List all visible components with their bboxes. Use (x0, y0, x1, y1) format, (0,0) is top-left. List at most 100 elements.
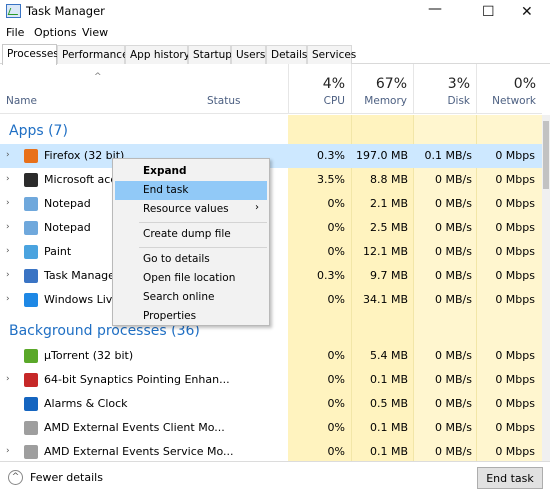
network-value: 0 Mbps (495, 245, 535, 258)
ctx-open-file-location[interactable]: Open file location (115, 269, 267, 288)
chevron-right-icon[interactable]: › (6, 222, 10, 232)
tab-performance[interactable]: Performance (57, 45, 129, 64)
ctx-go-to-details[interactable]: Go to details (115, 250, 267, 269)
memory-total: 67% (375, 76, 407, 92)
close-button[interactable]: ✕ (505, 0, 550, 24)
process-name: Task Manager (44, 269, 120, 282)
microsoft-account-icon (24, 173, 38, 187)
scrollbar-thumb[interactable] (543, 121, 549, 189)
menu-separator (139, 247, 267, 248)
tab-services[interactable]: Services (307, 45, 356, 64)
memory-value: 0.1 MB (369, 421, 408, 434)
ctx-properties[interactable]: Properties (115, 307, 267, 326)
memory-value: 9.7 MB (369, 269, 408, 282)
column-network[interactable]: 0% Network (476, 64, 542, 114)
ctx-expand[interactable]: Expand (115, 162, 267, 181)
tab-details[interactable]: Details (266, 45, 307, 64)
chevron-right-icon[interactable]: › (6, 198, 10, 208)
ctx-search-online[interactable]: Search online (115, 288, 267, 307)
submenu-arrow-icon: › (255, 202, 259, 213)
chevron-right-icon[interactable]: › (6, 446, 10, 456)
process-row[interactable]: µTorrent (32 bit) 0% 5.4 MB 0 MB/s 0 Mbps (0, 344, 542, 368)
process-row[interactable]: › Paint 0% 12.1 MB 0 MB/s 0 Mbps (0, 240, 542, 264)
network-value: 0 Mbps (495, 173, 535, 186)
close-icon: ✕ (521, 4, 533, 20)
disk-value: 0 MB/s (435, 293, 472, 306)
tab-processes[interactable]: Processes (2, 44, 59, 65)
column-status[interactable]: Status (207, 95, 240, 107)
disk-value: 0 MB/s (435, 421, 472, 434)
process-row[interactable]: › Windows Live W 0% 34.1 MB 0 MB/s 0 Mbps (0, 288, 542, 312)
ctx-create-dump-file[interactable]: Create dump file (115, 225, 267, 244)
firefox-icon (24, 149, 38, 163)
network-value: 0 Mbps (495, 397, 535, 410)
menu-view[interactable]: View (82, 26, 108, 39)
cpu-value: 0% (327, 373, 345, 386)
process-row[interactable]: › 64-bit Synaptics Pointing Enhan... 0% 0.1… (0, 368, 542, 392)
menu-separator (139, 222, 267, 223)
disk-value: 0.1 MB/s (424, 149, 472, 162)
chevron-right-icon[interactable]: › (6, 294, 10, 304)
cpu-value: 3.5% (317, 173, 345, 186)
ctx-resource-values[interactable]: Resource values › (115, 200, 267, 219)
process-row[interactable]: › AMD External Events Service Mo... 0% 0.1 … (0, 440, 542, 461)
process-name: AMD External Events Service Mo... (44, 445, 234, 458)
network-value: 0 Mbps (495, 197, 535, 210)
tab-users[interactable]: Users (231, 45, 266, 64)
memory-value: 2.1 MB (369, 197, 408, 210)
process-name: Paint (44, 245, 72, 258)
menu-options[interactable]: Options (34, 26, 76, 39)
chevron-right-icon[interactable]: › (6, 150, 10, 160)
task-manager-icon (6, 4, 21, 18)
minimize-button[interactable]: — (412, 0, 458, 24)
column-memory[interactable]: 67% Memory (351, 64, 413, 114)
tab-bar: Processes Performance App history Startu… (0, 44, 550, 65)
end-task-button[interactable]: End task (477, 467, 543, 489)
group-apps: Apps (7) (9, 123, 68, 139)
utorrent-icon (24, 349, 38, 363)
column-name[interactable]: Name (6, 95, 37, 107)
tab-startup[interactable]: Startup (188, 45, 232, 64)
menu-file[interactable]: File (6, 26, 24, 39)
network-label: Network (492, 95, 536, 107)
memory-value: 12.1 MB (362, 245, 408, 258)
notepad-icon (24, 197, 38, 211)
disk-value: 0 MB/s (435, 173, 472, 186)
windows-live-icon (24, 293, 38, 307)
cpu-total: 4% (322, 76, 345, 92)
amd-icon (24, 445, 38, 459)
chevron-right-icon[interactable]: › (6, 174, 10, 184)
maximize-icon: ☐ (482, 4, 495, 20)
disk-value: 0 MB/s (435, 197, 472, 210)
process-name: Notepad (44, 197, 91, 210)
memory-value: 0.1 MB (369, 445, 408, 458)
process-row[interactable]: AMD External Events Client Mo... 0% 0.1 MB… (0, 416, 542, 440)
process-row[interactable]: Alarms & Clock 0% 0.5 MB 0 MB/s 0 Mbps (0, 392, 542, 416)
disk-value: 0 MB/s (435, 269, 472, 282)
process-row[interactable]: › Notepad 0% 2.5 MB 0 MB/s 0 Mbps (0, 216, 542, 240)
process-name: 64-bit Synaptics Pointing Enhan... (44, 373, 230, 386)
process-row[interactable]: › Microsoft acco 3.5% 8.8 MB 0 MB/s 0 Mbps (0, 168, 542, 192)
fewer-details-link[interactable]: Fewer details (30, 471, 103, 484)
title-bar: Task Manager — ☐ ✕ (0, 0, 550, 24)
vertical-scrollbar[interactable] (542, 115, 550, 461)
network-value: 0 Mbps (495, 149, 535, 162)
cpu-value: 0% (327, 421, 345, 434)
disk-value: 0 MB/s (435, 397, 472, 410)
memory-value: 0.1 MB (369, 373, 408, 386)
column-cpu[interactable]: 4% CPU (288, 64, 351, 114)
process-row[interactable]: › Firefox (32 bit) 0.3% 197.0 MB 0.1 MB/s 0 M… (0, 144, 542, 168)
chevron-up-icon[interactable]: ^ (8, 470, 23, 485)
paint-icon (24, 245, 38, 259)
cpu-value: 0% (327, 245, 345, 258)
chevron-right-icon[interactable]: › (6, 246, 10, 256)
chevron-right-icon[interactable]: › (6, 374, 10, 384)
chevron-right-icon[interactable]: › (6, 270, 10, 280)
process-row[interactable]: › Task Manager 0.3% 9.7 MB 0 MB/s 0 Mbps (0, 264, 542, 288)
tab-app-history[interactable]: App history (125, 45, 190, 64)
cpu-value: 0.3% (317, 149, 345, 162)
network-value: 0 Mbps (495, 221, 535, 234)
process-row[interactable]: › Notepad 0% 2.1 MB 0 MB/s 0 Mbps (0, 192, 542, 216)
column-disk[interactable]: 3% Disk (413, 64, 476, 114)
ctx-end-task[interactable]: End task (115, 181, 267, 200)
